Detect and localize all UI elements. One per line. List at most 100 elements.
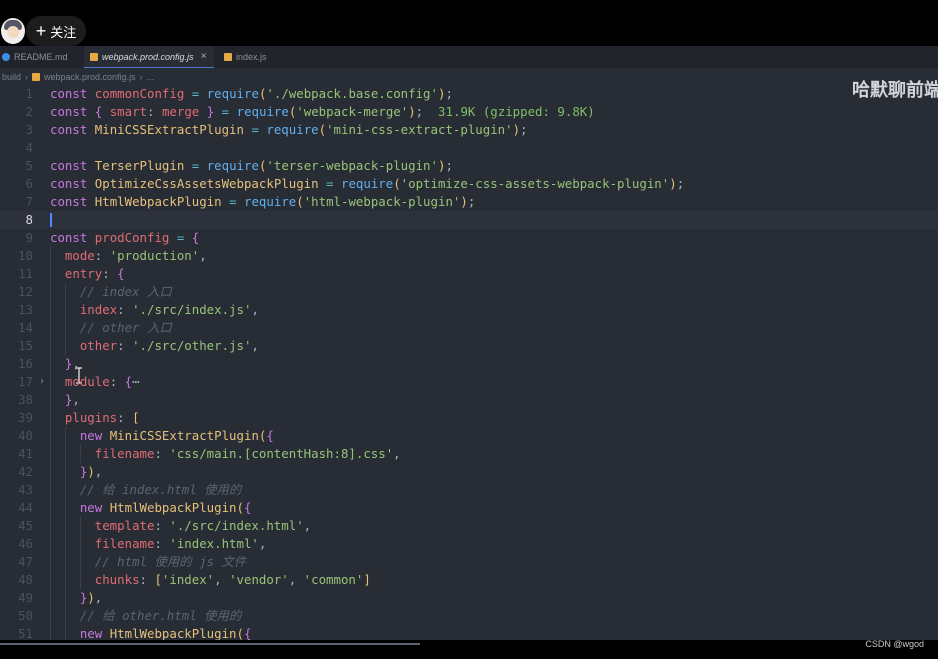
line-number[interactable]: 15 (0, 337, 33, 355)
code-line[interactable]: 4 (0, 139, 938, 157)
code-text: // 给 index.html 使用的 (79, 482, 242, 497)
line-number[interactable]: 50 (0, 607, 33, 625)
js-file-icon (224, 53, 232, 61)
code-line[interactable]: 15 other: './src/other.js', (0, 337, 938, 355)
editor-tab-bar: README.md webpack.prod.config.js × index.… (0, 46, 938, 68)
code-text: const HtmlWebpackPlugin = require('html-… (50, 194, 476, 209)
js-file-icon (90, 52, 98, 61)
line-number[interactable]: 14 (0, 319, 33, 337)
code-line[interactable]: 51 new HtmlWebpackPlugin({ (0, 625, 938, 640)
code-line[interactable]: 2 const { smart: merge } = require('webpa… (0, 103, 938, 121)
code-line[interactable]: 1 const commonConfig = require('./webpack… (0, 85, 938, 103)
line-number[interactable]: 7 (0, 193, 33, 211)
line-number[interactable]: 12 (0, 283, 33, 301)
code-line[interactable]: 43 // 给 index.html 使用的 (0, 481, 938, 499)
code-line[interactable]: 9 const prodConfig = { (0, 229, 938, 247)
code-text: mode: 'production', (64, 248, 207, 263)
line-number[interactable]: 51 (0, 625, 33, 640)
code-line[interactable]: 12 // index 入口 (0, 283, 938, 301)
line-number[interactable]: 8 (0, 211, 33, 229)
code-line[interactable]: 49 }), (0, 589, 938, 607)
code-line[interactable]: 11 entry: { (0, 265, 938, 283)
tab-label: README.md (14, 52, 68, 62)
code-line[interactable]: 10 mode: 'production', (0, 247, 938, 265)
code-text: const commonConfig = require('./webpack.… (50, 86, 453, 101)
code-line[interactable]: 7 const HtmlWebpackPlugin = require('html… (0, 193, 938, 211)
line-number[interactable]: 39 (0, 409, 33, 427)
code-text: index: './src/index.js', (79, 302, 259, 317)
import-size-hint: 31.9K (gzipped: 9.8K) (423, 104, 595, 119)
code-line[interactable]: 13 index: './src/index.js', (0, 301, 938, 319)
breadcrumb-folder[interactable]: build (2, 72, 21, 82)
code-text: filename: 'index.html', (94, 536, 267, 551)
line-number[interactable]: 10 (0, 247, 33, 265)
code-line[interactable]: 17 module: {⋯ › (0, 373, 938, 391)
tab-index-js[interactable]: index.js (218, 46, 294, 68)
code-text: // html 使用的 js 文件 (94, 554, 247, 569)
code-line[interactable]: 41 filename: 'css/main.[contentHash:8].c… (0, 445, 938, 463)
line-number[interactable]: 11 (0, 265, 33, 283)
code-editor[interactable]: 1 const commonConfig = require('./webpack… (0, 85, 938, 640)
code-line[interactable]: 5 const TerserPlugin = require('terser-we… (0, 157, 938, 175)
line-number[interactable]: 43 (0, 481, 33, 499)
code-line[interactable]: 8 (0, 211, 938, 229)
code-text: entry: { (64, 266, 125, 281)
line-number[interactable]: 5 (0, 157, 33, 175)
code-line[interactable]: 47 // html 使用的 js 文件 (0, 553, 938, 571)
line-number[interactable]: 41 (0, 445, 33, 463)
line-number[interactable]: 6 (0, 175, 33, 193)
code-line[interactable]: 46 filename: 'index.html', (0, 535, 938, 553)
code-text: plugins: [ (64, 410, 140, 425)
code-text: const { smart: merge } = require('webpac… (50, 104, 595, 119)
line-number[interactable]: 40 (0, 427, 33, 445)
close-icon[interactable]: × (201, 51, 207, 62)
line-number[interactable]: 4 (0, 139, 33, 157)
line-number[interactable]: 49 (0, 589, 33, 607)
code-text: other: './src/other.js', (79, 338, 259, 353)
code-line[interactable]: 6 const OptimizeCssAssetsWebpackPlugin = … (0, 175, 938, 193)
line-number[interactable]: 3 (0, 121, 33, 139)
code-line[interactable]: 38 }, (0, 391, 938, 409)
code-line[interactable]: 14 // other 入口 (0, 319, 938, 337)
chevron-right-icon: › (25, 71, 29, 82)
video-top-bar: + 关注 (0, 0, 938, 46)
code-line[interactable]: 42 }), (0, 463, 938, 481)
fold-chevron-icon[interactable]: › (39, 373, 45, 391)
line-number[interactable]: 47 (0, 553, 33, 571)
code-line[interactable]: 3 const MiniCSSExtractPlugin = require('m… (0, 121, 938, 139)
code-line[interactable]: 50 // 给 other.html 使用的 (0, 607, 938, 625)
line-number[interactable]: 1 (0, 85, 33, 103)
chevron-right-icon: › (139, 71, 143, 82)
line-number[interactable]: 44 (0, 499, 33, 517)
code-text: new HtmlWebpackPlugin({ (79, 500, 252, 515)
code-text: new HtmlWebpackPlugin({ (79, 626, 252, 640)
line-number[interactable]: 48 (0, 571, 33, 589)
video-progress[interactable] (0, 643, 420, 645)
line-number[interactable]: 45 (0, 517, 33, 535)
code-line[interactable]: 48 chunks: ['index', 'vendor', 'common'] (0, 571, 938, 589)
avatar[interactable] (1, 18, 25, 44)
js-file-icon (32, 72, 41, 81)
tab-label: webpack.prod.config.js (102, 51, 194, 62)
tab-webpack-prod-config[interactable]: webpack.prod.config.js × (84, 46, 214, 68)
line-number[interactable]: 16 (0, 355, 33, 373)
code-line[interactable]: 16 }, (0, 355, 938, 373)
follow-button[interactable]: + 关注 (26, 16, 86, 46)
line-number[interactable]: 17 (0, 373, 33, 391)
tab-readme[interactable]: README.md (0, 46, 84, 68)
code-line[interactable]: 40 new MiniCSSExtractPlugin({ (0, 427, 938, 445)
code-line[interactable]: 39 plugins: [ (0, 409, 938, 427)
tab-label: index.js (236, 52, 267, 62)
line-number[interactable]: 38 (0, 391, 33, 409)
code-text: // index 入口 (79, 284, 172, 299)
line-number[interactable]: 42 (0, 463, 33, 481)
line-number[interactable]: 46 (0, 535, 33, 553)
line-number[interactable]: 13 (0, 301, 33, 319)
code-line[interactable]: 44 new HtmlWebpackPlugin({ (0, 499, 938, 517)
line-number[interactable]: 2 (0, 103, 33, 121)
breadcrumb-rest: ... (146, 71, 155, 82)
code-line[interactable]: 45 template: './src/index.html', (0, 517, 938, 535)
breadcrumb-file[interactable]: webpack.prod.config.js (44, 72, 136, 82)
line-number[interactable]: 9 (0, 229, 33, 247)
code-text: }), (79, 590, 103, 605)
